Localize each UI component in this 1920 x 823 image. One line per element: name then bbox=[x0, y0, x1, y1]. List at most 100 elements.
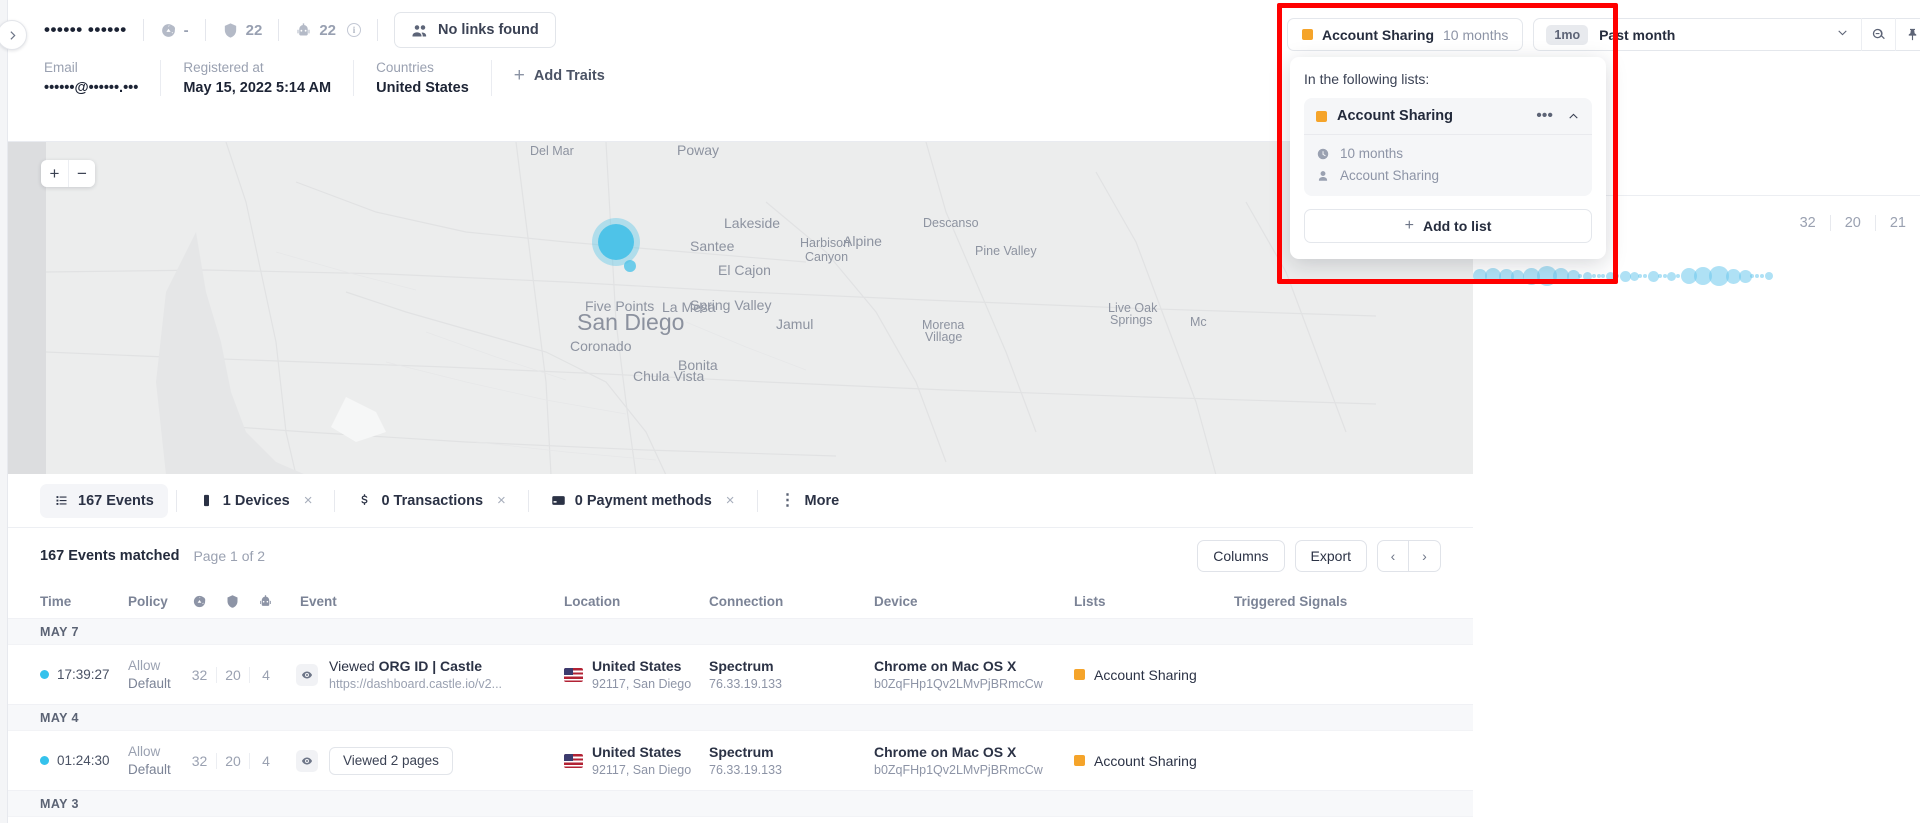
list-color-swatch bbox=[1316, 110, 1327, 122]
no-links-found-button[interactable]: No links found bbox=[394, 12, 556, 48]
cell-risk-score: 32 bbox=[191, 666, 208, 683]
tab-events[interactable]: 167 Events bbox=[40, 483, 168, 518]
tab-payment-methods[interactable]: 0 Payment methods × bbox=[537, 484, 749, 518]
trait-label: Registered at bbox=[183, 60, 264, 75]
add-to-list-button[interactable]: + Add to list bbox=[1304, 209, 1592, 243]
stat-value: 22 bbox=[319, 21, 337, 39]
geo-bubble-secondary[interactable] bbox=[624, 260, 636, 272]
chevron-up-icon[interactable] bbox=[1567, 110, 1580, 123]
events-matched-label: 167 Events matched bbox=[40, 548, 180, 564]
list-summary-button[interactable]: Account Sharing 10 months bbox=[1287, 18, 1524, 51]
col-header-triggered-signals: Triggered Signals bbox=[1234, 593, 1348, 609]
location-country: United States bbox=[592, 744, 682, 760]
list-chip[interactable]: Account Sharing bbox=[1074, 753, 1234, 769]
activity-dot bbox=[1578, 274, 1583, 278]
tab-close-icon[interactable]: × bbox=[726, 492, 735, 509]
device-id: b0ZqFHp1Qv2LMvPjBRmcCw bbox=[874, 677, 1043, 691]
map-place-label: San Diego bbox=[577, 309, 685, 335]
dropdown-list-card: Account Sharing ••• 10 months Account Sh… bbox=[1304, 98, 1592, 196]
add-traits-button[interactable]: + Add Traits bbox=[514, 66, 605, 85]
stat-bot-score: 22 i bbox=[295, 21, 362, 39]
cell-connection: Spectrum 76.33.19.133 bbox=[709, 744, 874, 777]
geo-bubble-primary[interactable] bbox=[598, 224, 634, 260]
eye-icon[interactable] bbox=[296, 749, 318, 772]
pagination: ‹ › bbox=[1377, 540, 1441, 572]
events-day-separator: MAY 3 bbox=[8, 790, 1473, 816]
cell-time: 01:24:30 bbox=[40, 753, 128, 768]
add-to-list-label: Add to list bbox=[1422, 218, 1492, 234]
activity-dot bbox=[1596, 274, 1601, 278]
events-table-body: MAY 7 17:39:27 Allow Default 32 20 4 Viewed ORG… bbox=[8, 618, 1473, 823]
map-place-label: Descanso bbox=[923, 216, 979, 230]
entity-tabs: 167 Events 1 Devices × 0 Transactions × … bbox=[8, 474, 1473, 528]
map-zoom-in-button[interactable]: + bbox=[41, 160, 68, 187]
right-panel-numbers: 32 20 21 bbox=[1786, 215, 1920, 231]
shield-icon bbox=[224, 22, 236, 38]
next-page-button[interactable]: › bbox=[1409, 540, 1441, 572]
map-place-label: Chula Vista bbox=[633, 368, 705, 384]
phone-icon bbox=[203, 494, 209, 507]
tab-transactions[interactable]: 0 Transactions × bbox=[343, 484, 519, 518]
list-color-swatch bbox=[1074, 669, 1085, 680]
columns-button[interactable]: Columns bbox=[1197, 540, 1285, 572]
map-zoom-controls[interactable]: + − bbox=[41, 160, 95, 187]
activity-dot bbox=[1749, 274, 1754, 278]
zoom-out-button[interactable] bbox=[1861, 18, 1895, 51]
stat-risk-score: - bbox=[160, 22, 189, 39]
chevron-down-icon[interactable] bbox=[1836, 26, 1849, 44]
robot-icon bbox=[260, 595, 271, 606]
prev-page-button[interactable]: ‹ bbox=[1377, 540, 1409, 572]
map-place-label: Pine Valley bbox=[975, 244, 1037, 258]
right-panel-number: 21 bbox=[1874, 215, 1920, 231]
list-icon bbox=[56, 496, 67, 505]
plus-icon: + bbox=[1404, 217, 1414, 234]
ellipsis-icon[interactable]: ••• bbox=[1536, 108, 1553, 123]
connection-isp: Spectrum bbox=[709, 658, 774, 674]
time-range-control: 1mo Past month bbox=[1533, 18, 1920, 51]
trait-email: Email ••••••@••••••.••• bbox=[44, 60, 162, 96]
geo-map[interactable]: + − Solana BeachEstatesDel MarPowayLakes… bbox=[8, 141, 1473, 474]
divider bbox=[527, 489, 529, 512]
time-range-select[interactable]: 1mo Past month bbox=[1534, 24, 1861, 45]
divider bbox=[278, 19, 280, 41]
shield-icon bbox=[227, 595, 238, 608]
cell-connection: Spectrum 76.33.19.133 bbox=[709, 658, 874, 691]
cell-location: United States 92117, San Diego bbox=[564, 744, 709, 777]
tab-label: More bbox=[804, 492, 840, 509]
export-button[interactable]: Export bbox=[1294, 540, 1367, 572]
right-panel-number: 20 bbox=[1829, 215, 1875, 231]
tab-label: 0 Payment methods bbox=[574, 492, 712, 509]
table-row[interactable]: 17:39:27 Allow Default 32 20 4 Viewed ORG ID |… bbox=[8, 644, 1473, 704]
trait-value: United States bbox=[376, 80, 469, 96]
us-flag-icon bbox=[564, 753, 583, 768]
cell-event: Viewed ORG ID | Castle https://dashboard.… bbox=[282, 658, 564, 691]
pin-button[interactable] bbox=[1895, 18, 1920, 51]
col-header-shield bbox=[216, 593, 249, 609]
table-row[interactable]: 18:48:50Allow32204Viewed 9 pagesUnited S… bbox=[8, 816, 1473, 823]
list-summary-name: Account Sharing bbox=[1322, 26, 1435, 43]
info-icon[interactable]: i bbox=[347, 23, 362, 37]
cell-location: United States 92117, San Diego bbox=[564, 658, 709, 691]
tab-close-icon[interactable]: × bbox=[304, 492, 313, 509]
tab-devices[interactable]: 1 Devices × bbox=[185, 484, 327, 518]
eye-icon[interactable] bbox=[296, 663, 318, 686]
activity-dot bbox=[1754, 274, 1759, 278]
tab-label: 1 Devices bbox=[222, 492, 290, 509]
map-zoom-out-button[interactable]: − bbox=[68, 160, 95, 187]
divider bbox=[175, 489, 177, 512]
list-chip[interactable]: Account Sharing bbox=[1074, 667, 1234, 683]
tab-label: 167 Events bbox=[78, 492, 154, 509]
table-row[interactable]: 01:24:30 Allow Default 32 20 4 Viewed 2 pages U… bbox=[8, 730, 1473, 790]
tab-more[interactable]: ⋮ More bbox=[766, 484, 854, 518]
trait-label: Email bbox=[44, 60, 78, 75]
connection-ip: 76.33.19.133 bbox=[709, 677, 782, 691]
activity-dot bbox=[1638, 274, 1643, 278]
connection-ip: 76.33.19.133 bbox=[709, 763, 782, 777]
tab-close-icon[interactable]: × bbox=[497, 492, 506, 509]
dropdown-list-header[interactable]: Account Sharing ••• bbox=[1304, 98, 1592, 135]
col-header-location: Location bbox=[564, 593, 621, 609]
event-pill[interactable]: Viewed 2 pages bbox=[329, 746, 453, 775]
policy-action: Allow bbox=[128, 658, 161, 673]
activity-dot bbox=[1619, 270, 1631, 282]
divider bbox=[334, 489, 336, 512]
